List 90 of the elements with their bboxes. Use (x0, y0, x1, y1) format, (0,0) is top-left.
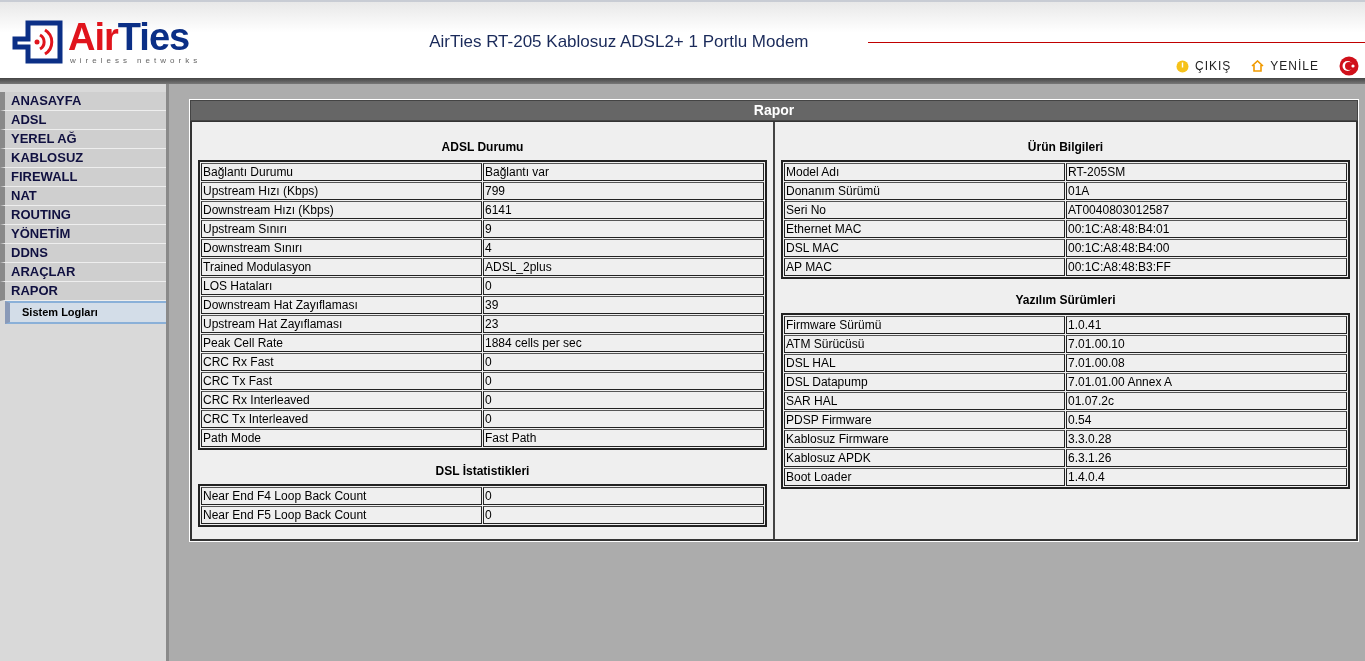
table-cell: CRC Tx Interleaved (201, 410, 482, 428)
table-cell: 01.07.2c (1066, 392, 1347, 410)
table-cell: Upstream Hızı (Kbps) (201, 182, 482, 200)
table-cell: Downstream Sınırı (201, 239, 482, 257)
logo-tagline: wireless networks (70, 56, 202, 65)
table-cell: ATM Sürücüsü (784, 335, 1065, 353)
table-cell: 1884 cells per sec (483, 334, 764, 352)
table-cell: 23 (483, 315, 764, 333)
table-cell: 9 (483, 220, 764, 238)
submenu-item[interactable]: Sistem Logları (5, 301, 166, 324)
table-cell: Donanım Sürümü (784, 182, 1065, 200)
table-cell: DSL Datapump (784, 373, 1065, 391)
table-cell: Fast Path (483, 429, 764, 447)
panel-title: Rapor (190, 100, 1358, 121)
table-cell: 0 (483, 372, 764, 390)
table-cell: 6.3.1.26 (1066, 449, 1347, 467)
table-cell: RT-205SM (1066, 163, 1347, 181)
table-cell: Downstream Hızı (Kbps) (201, 201, 482, 219)
menu-item[interactable]: FIREWALL (0, 168, 166, 187)
table-cell: Trained Modulasyon (201, 258, 482, 276)
wifi-logo-icon (12, 18, 64, 65)
table-cell: 0 (483, 277, 764, 295)
table-cell: AT0040803012587 (1066, 201, 1347, 219)
menu-item[interactable]: YEREL AĞ (0, 130, 166, 149)
table-cell: AP MAC (784, 258, 1065, 276)
table-cell: SAR HAL (784, 392, 1065, 410)
menu-item[interactable]: KABLOSUZ (0, 149, 166, 168)
table-cell: PDSP Firmware (784, 411, 1065, 429)
power-icon (1175, 59, 1189, 73)
logo-text: AirTies (68, 18, 191, 56)
menu-item[interactable]: ARAÇLAR (0, 263, 166, 282)
table-cell: Upstream Hat Zayıflaması (201, 315, 482, 333)
table-cell: CRC Rx Interleaved (201, 391, 482, 409)
table-cell: 1.0.41 (1066, 316, 1347, 334)
table-cell: ADSL_2plus (483, 258, 764, 276)
menu-item[interactable]: NAT (0, 187, 166, 206)
table-cell: DSL HAL (784, 354, 1065, 372)
table-cell: Seri No (784, 201, 1065, 219)
table-cell: 0 (483, 353, 764, 371)
flag-icon[interactable] (1339, 56, 1359, 76)
table-cell: 7.01.01.00 Annex A (1066, 373, 1347, 391)
home-icon (1251, 60, 1265, 72)
table-cell: Downstream Hat Zayıflaması (201, 296, 482, 314)
section-heading: Yazılım Sürümleri (1014, 293, 1117, 307)
menu-item[interactable]: ADSL (0, 111, 166, 130)
table-cell: CRC Tx Fast (201, 372, 482, 390)
section-heading: DSL İstatistikleri (434, 464, 531, 478)
table-cell: 00:1C:A8:48:B3:FF (1066, 258, 1347, 276)
table-cell: Bağlantı var (483, 163, 764, 181)
table-cell: Firmware Sürümü (784, 316, 1065, 334)
table-cell: 3.3.0.28 (1066, 430, 1347, 448)
table-cell: 01A (1066, 182, 1347, 200)
menu-item[interactable]: YÖNETİM (0, 225, 166, 244)
table-cell: 0.54 (1066, 411, 1347, 429)
table-cell: Peak Cell Rate (201, 334, 482, 352)
table-cell: Model Adı (784, 163, 1065, 181)
logout-link[interactable]: ÇIKIŞ (1175, 59, 1232, 73)
table-cell: 4 (483, 239, 764, 257)
menu-item[interactable]: DDNS (0, 244, 166, 263)
table-cell: 00:1C:A8:48:B4:01 (1066, 220, 1347, 238)
table-cell: Path Mode (201, 429, 482, 447)
table-cell: 00:1C:A8:48:B4:00 (1066, 239, 1347, 257)
menu-item[interactable]: RAPOR (0, 282, 166, 301)
table-cell: 0 (483, 506, 764, 524)
page-title: AirTies RT-205 Kablosuz ADSL2+ 1 Portlu Modem (429, 32, 809, 52)
table-cell: Near End F5 Loop Back Count (201, 506, 482, 524)
home-link[interactable]: YENİLE (1251, 59, 1319, 73)
table-cell: Kablosuz APDK (784, 449, 1065, 467)
table-cell: 799 (483, 182, 764, 200)
table-cell: 1.4.0.4 (1066, 468, 1347, 486)
table-cell: 6141 (483, 201, 764, 219)
table-cell: CRC Rx Fast (201, 353, 482, 371)
section-heading: Ürün Bilgileri (1026, 140, 1105, 154)
section-heading: ADSL Durumu (440, 140, 525, 154)
table-cell: Boot Loader (784, 468, 1065, 486)
table-cell: DSL MAC (784, 239, 1065, 257)
table-cell: Ethernet MAC (784, 220, 1065, 238)
table-cell: Near End F4 Loop Back Count (201, 487, 482, 505)
table-cell: 0 (483, 410, 764, 428)
table-cell: LOS Hataları (201, 277, 482, 295)
table-cell: 39 (483, 296, 764, 314)
menu-item[interactable]: ANASAYFA (0, 92, 166, 111)
menu-item[interactable]: ROUTING (0, 206, 166, 225)
table-cell: Upstream Sınırı (201, 220, 482, 238)
table-cell: 0 (483, 487, 764, 505)
table-cell: Kablosuz Firmware (784, 430, 1065, 448)
table-cell: Bağlantı Durumu (201, 163, 482, 181)
table-cell: 0 (483, 391, 764, 409)
table-cell: 7.01.00.08 (1066, 354, 1347, 372)
table-cell: 7.01.00.10 (1066, 335, 1347, 353)
